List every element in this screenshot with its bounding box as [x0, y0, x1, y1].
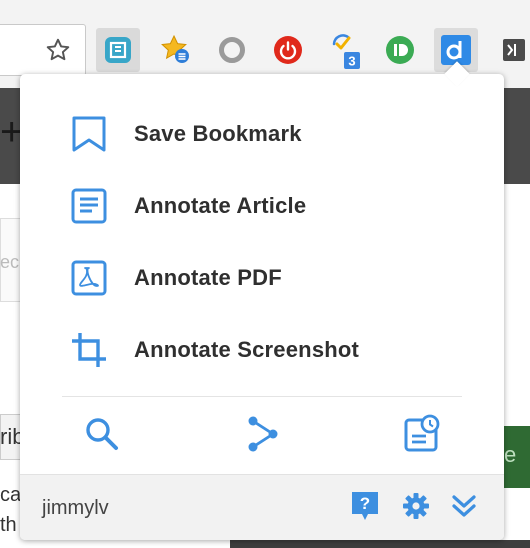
- extension-badge: 3: [348, 54, 355, 69]
- extension-popup: Save Bookmark Annotate Article Annotate …: [20, 61, 504, 540]
- save-bookmark-label: Save Bookmark: [134, 121, 302, 146]
- chevron-down-icon: [450, 492, 478, 525]
- annotate-article-label: Annotate Article: [134, 193, 307, 218]
- annotate-article-item[interactable]: Annotate Article: [20, 176, 504, 236]
- extension-checklist-icon[interactable]: 3: [322, 28, 366, 72]
- popup-footer: jimmylv ?: [20, 474, 504, 540]
- page-footer-bar: [230, 540, 530, 548]
- page-fragment: e: [504, 442, 517, 467]
- expand-button[interactable]: [448, 492, 480, 524]
- annotate-screenshot-label: Annotate Screenshot: [134, 337, 360, 362]
- page-fragment: ec: [0, 252, 20, 272]
- share-icon: [244, 414, 280, 459]
- extension-ring-icon[interactable]: [210, 28, 254, 72]
- crop-icon: [70, 331, 108, 369]
- gear-icon: [402, 492, 430, 525]
- extension-window-icon[interactable]: [492, 28, 530, 72]
- bookmark-icon: [70, 115, 108, 153]
- annotate-pdf-label: Annotate PDF: [134, 265, 282, 290]
- star-icon[interactable]: [36, 28, 80, 72]
- annotate-screenshot-item[interactable]: Annotate Screenshot: [20, 320, 504, 380]
- search-button[interactable]: [80, 414, 124, 458]
- extension-power-icon[interactable]: [266, 28, 310, 72]
- annotate-pdf-item[interactable]: Annotate PDF: [20, 248, 504, 308]
- settings-button[interactable]: [400, 492, 432, 524]
- article-icon: [70, 187, 108, 225]
- page-fragment: ca: [0, 484, 22, 506]
- extension-bookmark-icon[interactable]: [96, 28, 140, 72]
- extension-id-icon[interactable]: [378, 28, 422, 72]
- share-button[interactable]: [240, 414, 284, 458]
- extension-favorites-icon[interactable]: [154, 28, 198, 72]
- help-icon: ?: [350, 490, 380, 527]
- notes-button[interactable]: [400, 414, 444, 458]
- notes-icon: [402, 414, 442, 459]
- save-bookmark-item[interactable]: Save Bookmark: [20, 104, 504, 164]
- search-icon: [84, 416, 120, 457]
- pdf-icon: [70, 259, 108, 297]
- svg-text:?: ?: [360, 494, 370, 513]
- help-button[interactable]: ?: [349, 490, 381, 527]
- username: jimmylv: [42, 497, 109, 519]
- popup-divider: [62, 396, 462, 397]
- page-fragment: th: [0, 514, 17, 536]
